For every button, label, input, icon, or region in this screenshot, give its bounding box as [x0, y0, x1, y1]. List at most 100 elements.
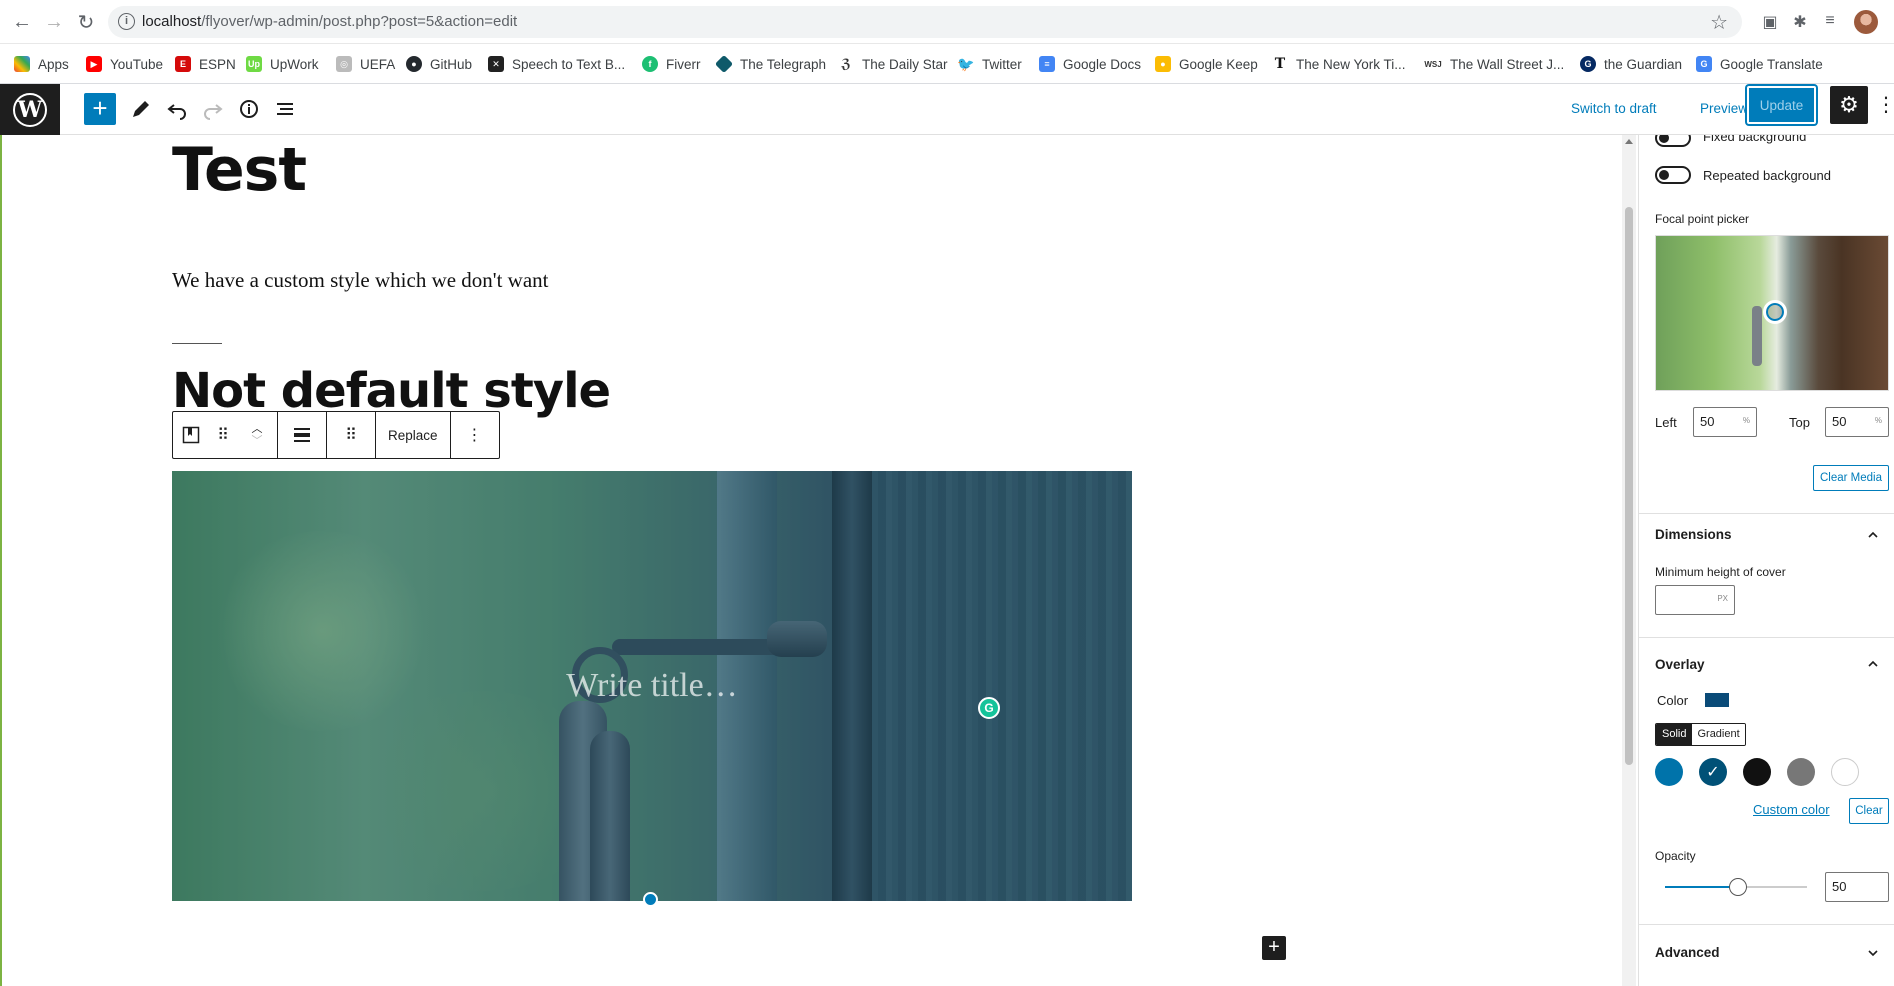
focal-left-input[interactable]: 50% [1693, 407, 1757, 437]
bookmark-label: the Guardian [1604, 56, 1683, 72]
focal-point-handle[interactable] [1763, 300, 1787, 324]
gradient-tab[interactable]: Gradient [1692, 724, 1745, 745]
bookmark-label: Speech to Text B... [512, 56, 626, 72]
bookmark-item[interactable]: Apps [14, 54, 69, 74]
color-swatch-white[interactable] [1831, 758, 1859, 786]
bookmark-item[interactable]: ℨ The Daily Star [838, 54, 948, 74]
bookmark-label: GitHub [430, 56, 473, 72]
bookmark-star-icon[interactable]: ☆ [1710, 10, 1728, 35]
opacity-slider-fill [1665, 886, 1737, 888]
bookmark-label: UEFA [360, 56, 396, 72]
opacity-slider-thumb[interactable] [1729, 878, 1747, 896]
bookmark-item[interactable]: WSJ The Wall Street J... [1424, 54, 1564, 74]
media-icon[interactable]: ≡ [1820, 12, 1840, 32]
toggle-knob [1659, 135, 1669, 143]
align-icon[interactable] [278, 412, 326, 458]
color-swatch-gray[interactable] [1787, 758, 1815, 786]
bookmark-item[interactable]: ● GitHub [406, 54, 472, 74]
color-swatch-dark-blue-selected[interactable]: ✓ [1699, 758, 1727, 786]
bookmark-item[interactable]: ≡ Google Docs [1039, 54, 1141, 74]
fixed-background-toggle[interactable] [1655, 135, 1691, 147]
bookmark-label: Google Docs [1063, 56, 1142, 72]
color-swatch-blue[interactable] [1655, 758, 1683, 786]
post-title[interactable]: Test [172, 135, 307, 205]
update-button[interactable]: Update [1747, 86, 1816, 124]
dimensions-panel-title[interactable]: Dimensions [1655, 527, 1732, 542]
solid-tab[interactable]: Solid [1656, 724, 1693, 745]
advanced-panel-title[interactable]: Advanced [1655, 945, 1720, 960]
move-up-down-icon[interactable]: ︿ ﹀ [237, 412, 277, 458]
custom-color-link[interactable]: Custom color [1753, 802, 1830, 817]
speech-to-text-icon: ✕ [488, 56, 504, 72]
grammarly-icon[interactable]: G [978, 697, 1000, 719]
clear-color-button[interactable]: Clear [1849, 798, 1889, 824]
cover-resize-handle[interactable] [643, 892, 658, 907]
forward-icon[interactable]: → [42, 10, 66, 34]
bookmark-item[interactable]: The Telegraph [714, 54, 826, 74]
block-inserter-plus-icon[interactable]: + [1262, 936, 1286, 960]
drag-handle-icon[interactable]: ⠿ [209, 412, 237, 458]
overlay-panel-title[interactable]: Overlay [1655, 657, 1705, 672]
google-keep-icon: ● [1155, 56, 1171, 72]
separator-block[interactable] [172, 343, 222, 344]
bookmark-item[interactable]: Gthe Guardian [1580, 54, 1682, 74]
cover-block-icon[interactable] [173, 412, 209, 458]
switch-to-draft-button[interactable]: Switch to draft [1571, 101, 1657, 116]
list-view-icon[interactable] [269, 93, 301, 125]
bookmark-label: The Daily Star [862, 56, 948, 72]
bookmark-item[interactable]: ▶ YouTube [86, 54, 163, 74]
reload-icon[interactable]: ↻ [74, 10, 98, 34]
paragraph-block[interactable]: We have a custom style which we don't wa… [172, 268, 549, 293]
opacity-input[interactable]: 50 [1825, 872, 1889, 902]
more-options-icon[interactable]: ⋮ [1876, 92, 1894, 124]
min-height-input[interactable]: PX [1655, 585, 1735, 615]
address-bar[interactable]: i localhost/flyover/wp-admin/post.php?po… [108, 6, 1742, 38]
chevron-down-icon[interactable] [1868, 948, 1878, 958]
repeated-background-toggle[interactable] [1655, 166, 1691, 184]
bookmark-item[interactable]: ◎ UEFA [336, 54, 395, 74]
telegraph-icon [714, 54, 734, 74]
undo-icon[interactable] [161, 93, 193, 125]
url-path: /flyover/wp-admin/post.php?post=5&action… [201, 13, 518, 30]
bookmark-item[interactable]: T The New York Ti... [1272, 54, 1406, 74]
bookmark-item[interactable]: 🐦 Twitter [957, 54, 1022, 74]
uefa-icon: ◎ [336, 56, 352, 72]
add-block-button[interactable]: + [84, 93, 116, 125]
bookmark-item[interactable]: Up UpWork [246, 54, 319, 74]
color-swatch-black[interactable] [1743, 758, 1771, 786]
more-options-icon[interactable]: ⋮ [451, 412, 499, 458]
chevron-up-icon[interactable]: ︿ [252, 423, 263, 435]
clear-media-button[interactable]: Clear Media [1813, 465, 1889, 491]
edit-tools-icon[interactable] [125, 93, 157, 125]
focal-point-picker[interactable] [1655, 235, 1889, 391]
cover-block[interactable]: Write title… G [172, 471, 1132, 901]
chevron-down-icon[interactable]: ﹀ [252, 435, 263, 447]
fiverr-icon: f [642, 56, 658, 72]
info-details-icon[interactable] [233, 93, 265, 125]
scroll-thumb[interactable] [1625, 207, 1633, 765]
content-position-icon[interactable]: ⠿ [327, 412, 375, 458]
editor-scrollbar[interactable] [1622, 135, 1636, 986]
chevron-up-icon[interactable] [1868, 530, 1878, 540]
bookmark-item[interactable]: f Fiverr [642, 54, 701, 74]
url-text[interactable]: localhost/flyover/wp-admin/post.php?post… [142, 13, 517, 30]
extension-icon[interactable]: ▣ [1760, 12, 1780, 32]
redo-icon[interactable] [197, 93, 229, 125]
puzzle-icon[interactable]: ✱ [1790, 12, 1810, 32]
info-icon[interactable]: i [118, 13, 135, 30]
profile-avatar[interactable] [1854, 10, 1878, 34]
replace-button[interactable]: Replace [376, 412, 450, 458]
top-label: Top [1789, 415, 1810, 430]
focal-top-input[interactable]: 50% [1825, 407, 1889, 437]
wordpress-logo-icon[interactable]: W [0, 84, 60, 135]
preview-button[interactable]: Preview [1700, 101, 1748, 116]
bookmark-item[interactable]: ● Google Keep [1155, 54, 1258, 74]
scroll-up-arrow-icon[interactable] [1625, 139, 1633, 144]
chevron-up-icon[interactable] [1868, 659, 1878, 669]
bookmark-item[interactable]: E ESPN [175, 54, 236, 74]
back-icon[interactable]: ← [10, 10, 34, 34]
bookmark-item[interactable]: ✕ Speech to Text B... [488, 54, 625, 74]
bookmark-item[interactable]: G Google Translate [1696, 54, 1823, 74]
toolbar-group-mover: ⠿ ︿ ﹀ [173, 412, 278, 458]
settings-gear-icon[interactable]: ⚙ [1830, 86, 1868, 124]
